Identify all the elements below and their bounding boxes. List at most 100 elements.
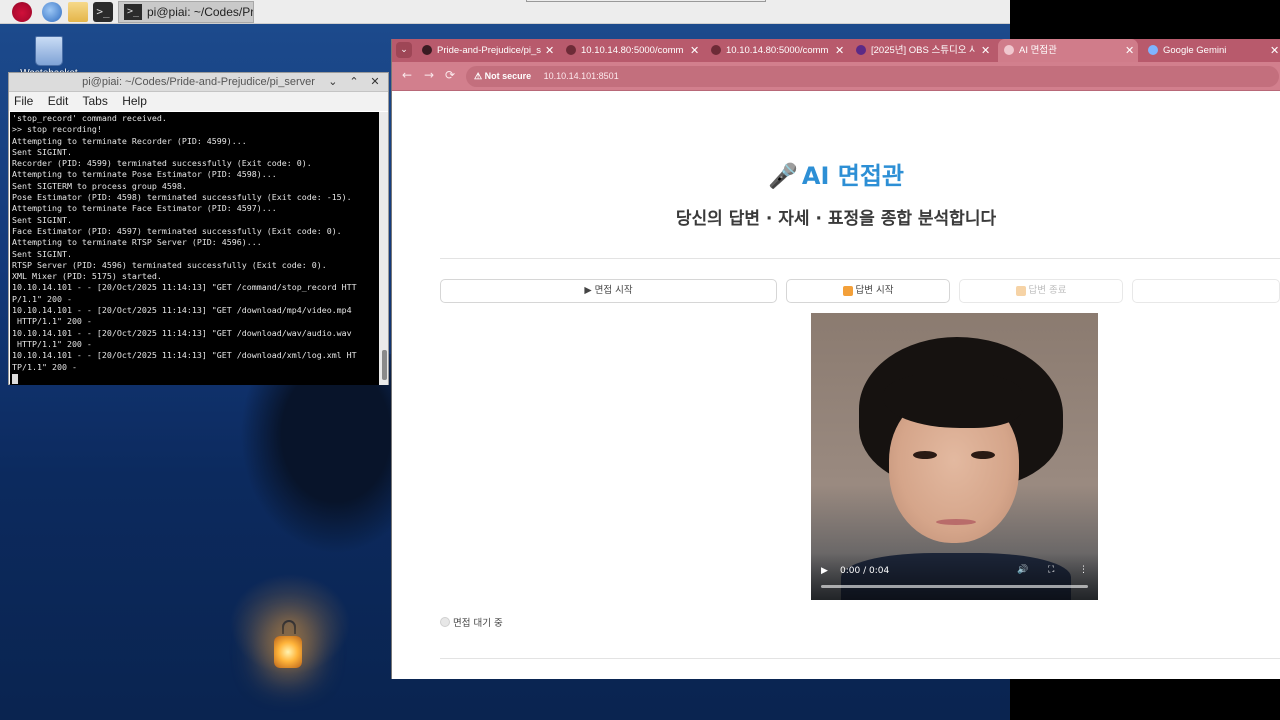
- terminal-line: Attempting to terminate Face Estimator (…: [12, 203, 277, 214]
- maximize-button[interactable]: ⌃: [345, 73, 363, 92]
- file-manager-icon[interactable]: [68, 2, 88, 22]
- terminal-line: Attempting to terminate RTSP Server (PID…: [12, 237, 262, 248]
- tab-close-icon[interactable]: ✕: [981, 39, 990, 62]
- video-frame-eye: [971, 451, 995, 459]
- menu-tabs[interactable]: Tabs: [83, 94, 108, 108]
- terminal-line: >> stop recording!: [12, 124, 102, 135]
- gemini-favicon-icon: [1148, 44, 1158, 55]
- wastebasket-icon: [35, 36, 63, 66]
- terminal-line: RTSP Server (PID: 4596) terminated succe…: [12, 259, 327, 270]
- tab-close-icon[interactable]: ✕: [835, 39, 844, 62]
- raspberry-menu-icon[interactable]: [12, 2, 32, 22]
- microphone-icon: 🎤: [768, 162, 798, 190]
- terminal-window[interactable]: pi@piai: ~/Codes/Pride-and-Prejudice/pi_…: [8, 72, 389, 385]
- video-frame-mouth: [936, 519, 976, 525]
- terminal-line: 'stop_record' command received.: [12, 113, 167, 123]
- terminal-line: XML Mixer (PID: 5175) started.: [12, 271, 162, 282]
- start-answer-button[interactable]: 답변 시작: [786, 279, 950, 303]
- tab-ai-interviewer[interactable]: AI 면접관: [998, 39, 1138, 62]
- tab-close-icon[interactable]: ✕: [1270, 39, 1279, 62]
- reload-icon[interactable]: ⟳: [445, 68, 455, 82]
- terminal-scrollbar[interactable]: [379, 112, 388, 385]
- end-answer-button[interactable]: 답변 종료: [959, 279, 1123, 303]
- tab-obs-studio[interactable]: [2025년] OBS 스튜디오 사: [850, 39, 975, 62]
- security-label: Not secure: [484, 71, 532, 81]
- terminal-line: TP/1.1" 200 -: [12, 361, 77, 372]
- start-interview-button[interactable]: ▶ 면접 시작: [440, 279, 777, 303]
- terminal-line: HTTP/1.1" 200 -: [12, 338, 92, 349]
- address-bar-row: ← → ⟳ ⚠ Not secure 10.10.14.101:8501: [392, 62, 1280, 91]
- tab-close-icon[interactable]: ✕: [690, 39, 699, 62]
- video-time: 0:00 / 0:04: [840, 566, 890, 576]
- video-controls: ▶ 0:00 / 0:04 🔊 ⛶ ⋮: [811, 553, 1098, 600]
- tab-label: 10.10.14.80:5000/comm: [581, 45, 684, 56]
- page-title-text: AI 면접관: [801, 162, 904, 190]
- tab-label: 10.10.14.80:5000/comm: [726, 45, 829, 56]
- close-button[interactable]: ✕: [366, 73, 384, 92]
- fullscreen-icon[interactable]: ⛶: [1048, 565, 1054, 575]
- menu-help[interactable]: Help: [122, 94, 147, 108]
- github-favicon-icon: [422, 44, 432, 55]
- globe-favicon-icon: [566, 44, 576, 55]
- page-subtitle: 당신의 답변 · 자세 · 표정을 종합 분석합니다: [675, 209, 997, 229]
- minimize-button[interactable]: ⌄: [324, 73, 342, 92]
- web-browser-icon[interactable]: [42, 2, 62, 22]
- terminal-line: Sent SIGINT.: [12, 248, 72, 259]
- terminal-line: Recorder (PID: 4599) terminated successf…: [12, 158, 312, 169]
- lantern-glow: [274, 636, 302, 668]
- terminal-line: 10.10.14.101 - - [20/Oct/2025 11:14:13] …: [12, 350, 357, 361]
- terminal-scroll-thumb[interactable]: [382, 350, 387, 380]
- stop-square-icon: [1015, 286, 1026, 296]
- tab-search-icon[interactable]: ⌄: [396, 42, 412, 58]
- tab-command-2[interactable]: 10.10.14.80:5000/comm: [705, 39, 830, 62]
- taskbar-terminal-button[interactable]: >_ pi@piai: ~/Codes/Pri...: [118, 1, 254, 23]
- status-dot-icon: [440, 617, 450, 627]
- more-options-icon[interactable]: ⋮: [1079, 565, 1088, 575]
- terminal-title: pi@piai: ~/Codes/Pride-and-Prejudice/pi_…: [82, 76, 315, 88]
- tab-close-icon[interactable]: ✕: [1125, 39, 1134, 62]
- terminal-launcher-icon[interactable]: >_: [93, 2, 113, 22]
- terminal-menubar: File Edit Tabs Help: [9, 92, 388, 111]
- microphone-favicon-icon: [1004, 44, 1014, 55]
- url-text: 10.10.14.101:8501: [543, 71, 619, 81]
- tab-gemini[interactable]: Google Gemini: [1142, 39, 1267, 62]
- terminal-titlebar[interactable]: pi@piai: ~/Codes/Pride-and-Prejudice/pi_…: [9, 73, 388, 92]
- terminal-line: 10.10.14.101 - - [20/Oct/2025 11:14:13] …: [12, 327, 352, 338]
- terminal-line: Sent SIGINT.: [12, 146, 72, 157]
- volume-icon[interactable]: 🔊: [1017, 565, 1028, 575]
- panel-strip: [526, 0, 766, 2]
- start-interview-label: ▶ 면접 시작: [584, 285, 633, 296]
- terminal-line: Attempting to terminate Recorder (PID: 4…: [12, 135, 247, 146]
- terminal-line: Sent SIGINT.: [12, 214, 72, 225]
- globe-favicon-icon: [711, 44, 721, 55]
- terminal-line: HTTP/1.1" 200 -: [12, 316, 92, 327]
- tab-strip: ⌄ Pride-and-Prejudice/pi_s ✕ 10.10.14.80…: [392, 39, 1280, 62]
- forward-arrow-icon[interactable]: →: [424, 68, 434, 82]
- play-icon[interactable]: ▶: [821, 566, 828, 576]
- tab-label: Pride-and-Prejudice/pi_s: [437, 45, 542, 56]
- play-square-icon: [842, 286, 853, 296]
- tab-close-icon[interactable]: ✕: [545, 39, 554, 62]
- back-arrow-icon[interactable]: ←: [402, 68, 412, 82]
- start-answer-label: 답변 시작: [855, 285, 894, 296]
- tab-command-1[interactable]: 10.10.14.80:5000/comm: [560, 39, 685, 62]
- video-player[interactable]: ▶ 0:00 / 0:04 🔊 ⛶ ⋮: [811, 313, 1098, 600]
- top-panel: >_ >_ pi@piai: ~/Codes/Pri...: [0, 0, 1010, 24]
- tab-github[interactable]: Pride-and-Prejudice/pi_s: [416, 39, 551, 62]
- menu-file[interactable]: File: [14, 94, 33, 108]
- terminal-task-icon: >_: [124, 4, 142, 20]
- page-content: 🎤 AI 면접관 당신의 답변 · 자세 · 표정을 종합 분석합니다 ▶ 면접 …: [392, 91, 1280, 679]
- address-bar[interactable]: ⚠ Not secure 10.10.14.101:8501: [466, 66, 1279, 87]
- terminal-line: Face Estimator (PID: 4597) terminated su…: [12, 225, 342, 236]
- status-label: 면접 대기 중: [453, 618, 503, 629]
- not-secure-badge[interactable]: ⚠ Not secure: [474, 71, 531, 81]
- menu-edit[interactable]: Edit: [48, 94, 69, 108]
- obs-favicon-icon: [856, 44, 866, 55]
- video-progress-bar[interactable]: [821, 585, 1088, 588]
- next-button[interactable]: [1132, 279, 1280, 303]
- interview-status: 면접 대기 중: [440, 615, 503, 629]
- tab-label: Google Gemini: [1163, 45, 1227, 56]
- browser-window[interactable]: ⌄ Pride-and-Prejudice/pi_s ✕ 10.10.14.80…: [391, 39, 1280, 679]
- terminal-output[interactable]: 'stop_record' command received. >> stop r…: [10, 112, 380, 385]
- divider: [440, 658, 1280, 659]
